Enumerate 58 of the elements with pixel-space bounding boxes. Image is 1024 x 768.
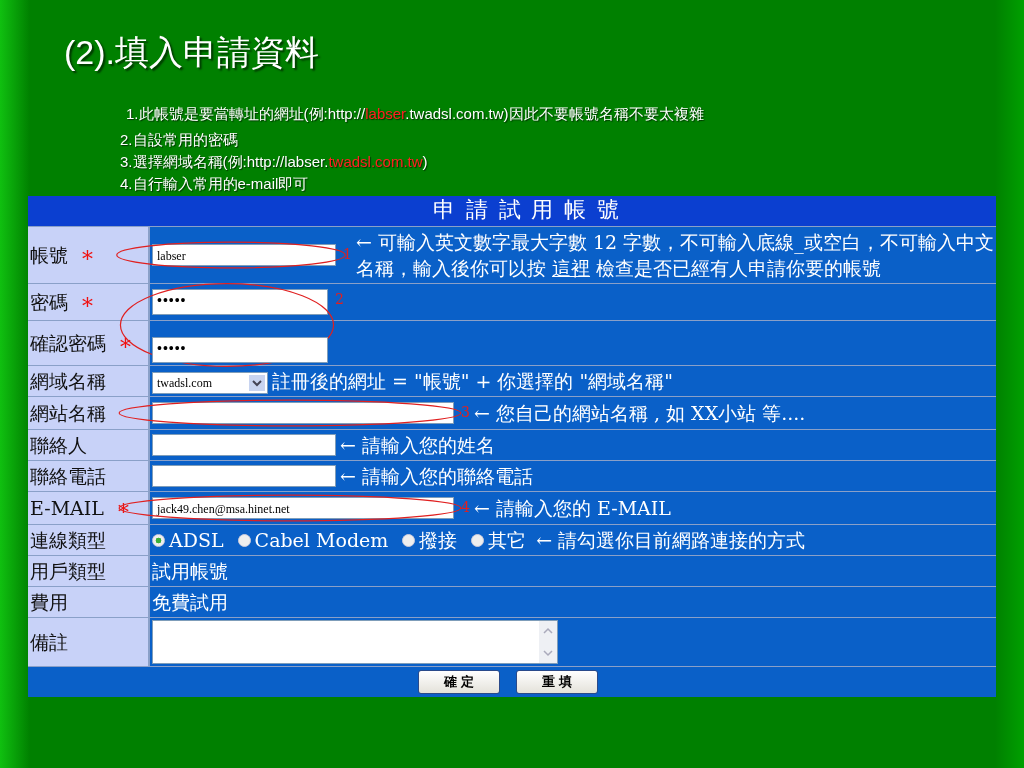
radio-button[interactable] [152, 533, 165, 547]
radio-button[interactable] [471, 533, 485, 547]
required-mark: ∗ [80, 290, 95, 314]
hint-text: ← 可輸入英文數字最大字數 12 字數，不可輸入底線_或空白，不可輸入中文名稱，輸入後你可以按 這裡 檢查是否已經有人申請你要的帳號 [356, 230, 994, 281]
radio-option[interactable]: ADSL [152, 527, 224, 553]
field-label: 確認密碼 [30, 331, 106, 355]
form-button[interactable]: 確 定 [418, 670, 500, 694]
input-field[interactable] [152, 465, 336, 487]
dropdown[interactable]: twadsl.com [152, 372, 268, 394]
value-text: 免費試用 [152, 590, 228, 615]
note-line: 4.自行輸入常用的e-mail即可 [120, 174, 310, 194]
required-mark: ∗ [80, 243, 95, 267]
slide-title: (2).填入申請資料 [64, 32, 319, 72]
value-text: 試用帳號 [152, 559, 228, 584]
annotation-number: 2 [335, 292, 344, 306]
input-field[interactable] [152, 402, 454, 424]
input-field[interactable]: ••••• [152, 289, 328, 315]
note-line: 1.此帳號是要當轉址的網址(例:http://labser.twadsl.com.tw)因此不要帳號名稱不要太複雜 [126, 104, 704, 124]
input-field[interactable]: jack49.chen@msa.hinet.net [152, 497, 454, 519]
form-title: 申 請 試 用 帳 號 [28, 196, 996, 226]
hint-text: ← 請輸入您的 E-MAIL [474, 496, 672, 521]
field-label: 密碼 [30, 290, 68, 314]
annotation-number: 3 [461, 405, 470, 419]
input-field[interactable] [152, 434, 336, 456]
radio-option[interactable]: 其它 [471, 527, 527, 553]
note-line: 2.自設常用的密碼 [120, 130, 239, 150]
field-label: 備註 [30, 630, 68, 654]
radio-label: 撥接 [419, 528, 458, 553]
radio-option[interactable]: 撥接 [402, 527, 458, 553]
hint-text: ← 請輸入您的聯絡電話 [340, 464, 534, 489]
field-label: 網域名稱 [30, 369, 106, 393]
required-mark: ∗ [118, 331, 133, 355]
annotation-number: 4 [461, 500, 470, 514]
hint-text: ← 您自己的網站名稱 , 如 XX小站 等.... [474, 401, 807, 426]
scrollbar-icon [539, 621, 557, 663]
check-link[interactable]: 這裡 [552, 257, 591, 279]
form-button[interactable]: 重 填 [516, 670, 598, 694]
radio-label: ADSL [169, 528, 224, 553]
radio-label: 其它 [488, 528, 527, 553]
annotation-number: 1 [343, 247, 352, 261]
caret-icon [249, 375, 265, 391]
field-label: 帳號 [30, 243, 68, 267]
field-label: 費用 [30, 590, 68, 614]
radio-button[interactable] [402, 533, 416, 547]
field-label: 連線類型 [30, 528, 106, 552]
note-line: 3.選擇網域名稱(例:http://labser.twadsl.com.tw) [120, 152, 429, 172]
text-area[interactable] [152, 620, 558, 664]
input-field[interactable]: ••••• [152, 337, 328, 363]
field-label: 聯絡電話 [30, 464, 106, 488]
radio-button[interactable] [237, 533, 251, 547]
hint-text: 註冊後的網址 = "帳號" + 你選擇的 "網域名稱" [272, 369, 674, 394]
input-field[interactable]: labser [152, 244, 336, 266]
field-label: 聯絡人 [30, 433, 87, 457]
field-label: 用戶類型 [30, 559, 106, 583]
field-label: E-MAIL [30, 496, 104, 520]
hint-text: ← 請輸入您的姓名 [340, 433, 496, 458]
field-label: 網站名稱 [30, 401, 106, 425]
hint-text: ← 請勾選你目前網路連接的方式 [536, 528, 807, 553]
